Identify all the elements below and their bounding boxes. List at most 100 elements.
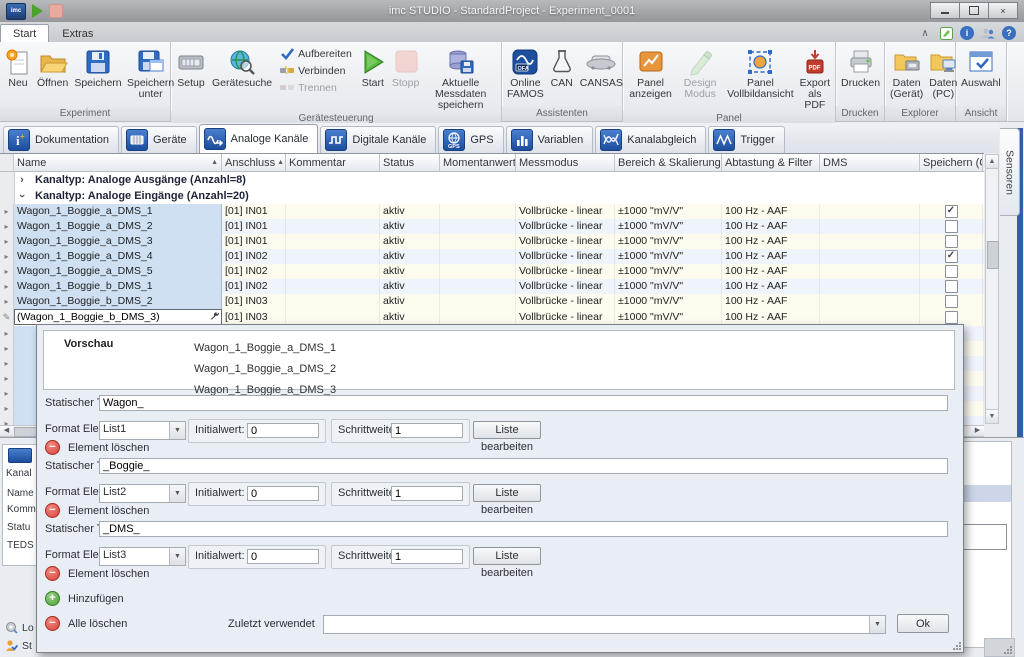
prepare-button[interactable]: Aufbereiten	[280, 47, 352, 60]
row-indicator[interactable]: ▸	[0, 204, 14, 219]
cell-anschluss[interactable]: [01] IN03	[222, 294, 286, 309]
disconnect-button[interactable]: Trennen	[280, 81, 352, 94]
ribbon-tab-start[interactable]: Start	[0, 24, 49, 42]
cell-momentanwert[interactable]	[440, 249, 516, 264]
static-text-input[interactable]	[99, 395, 948, 411]
scroll-left-icon[interactable]: ◀	[0, 426, 13, 436]
table-row[interactable]: ▸ Wagon_1_Boggie_a_DMS_5 [01] IN02 aktiv…	[0, 264, 984, 279]
print-button[interactable]: Drucken	[838, 43, 883, 106]
cell-name[interactable]: Wagon_1_Boggie_a_DMS_2	[14, 219, 222, 234]
column-header-messmodus[interactable]: Messmodus	[516, 154, 615, 171]
step-width-input[interactable]	[391, 423, 463, 438]
save-checkbox[interactable]	[945, 311, 958, 324]
dialog-resize-grip[interactable]	[952, 641, 961, 650]
cell-kommentar[interactable]	[286, 294, 380, 309]
column-header-dms[interactable]: DMS	[820, 154, 920, 171]
row-indicator[interactable]: ▸	[0, 219, 14, 234]
cell-abtastung[interactable]: 100 Hz - AAF	[722, 264, 820, 279]
cell-bereich[interactable]: ±1000 "mV/V"	[615, 249, 722, 264]
cell-anschluss[interactable]: [01] IN01	[222, 234, 286, 249]
chevron-collapsed-icon[interactable]: ›	[15, 172, 29, 188]
tab-variablen[interactable]: Variablen	[506, 126, 594, 153]
cell-messmodus[interactable]: Vollbrücke - linear	[516, 234, 615, 249]
static-text-input[interactable]	[99, 458, 948, 474]
row-indicator[interactable]: ▸	[0, 264, 14, 279]
column-header-bereich[interactable]: Bereich & Skalierung	[615, 154, 722, 171]
cell-name[interactable]: Wagon_1_Boggie_a_DMS_5	[14, 264, 222, 279]
save-measurement-button[interactable]: Aktuelle Messdaten speichern	[422, 43, 499, 111]
help-icon[interactable]: ?	[1002, 26, 1016, 40]
close-button[interactable]: ×	[989, 2, 1018, 19]
chevron-down-icon[interactable]: ▼	[169, 485, 185, 502]
stop-button[interactable]: Stopp	[389, 43, 422, 111]
connect-button[interactable]: Verbinden	[280, 64, 352, 77]
save-checkbox[interactable]	[945, 280, 958, 293]
cell-anschluss[interactable]: [01] IN01	[222, 204, 286, 219]
tab-trigger[interactable]: Trigger	[708, 126, 784, 153]
vertical-scrollbar[interactable]: ▲ ▼	[985, 154, 999, 424]
cell-bereich[interactable]: ±1000 "mV/V"	[615, 264, 722, 279]
cell-name[interactable]: Wagon_1_Boggie_b_DMS_2	[14, 294, 222, 309]
cansas-button[interactable]: CANSAS	[577, 43, 626, 106]
new-button[interactable]: Neu	[2, 43, 34, 106]
column-header-status[interactable]: Status	[380, 154, 440, 171]
table-row[interactable]: ▸ Wagon_1_Boggie_a_DMS_3 [01] IN01 aktiv…	[0, 234, 984, 249]
row-indicator[interactable]: ▸	[0, 234, 14, 249]
cell-name[interactable]: Wagon_1_Boggie_b_DMS_1	[14, 279, 222, 294]
edit-note-icon[interactable]	[939, 26, 953, 40]
cell-bereich[interactable]: ±1000 "mV/V"	[615, 234, 722, 249]
design-mode-button[interactable]: Design Modus	[676, 43, 724, 111]
cell-abtastung[interactable]: 100 Hz - AAF	[722, 294, 820, 309]
online-famos-button[interactable]: OFA Online FAMOS	[504, 43, 547, 106]
save-checkbox[interactable]	[945, 235, 958, 248]
logbook-item[interactable]: Lo	[5, 621, 34, 634]
scroll-down-icon[interactable]: ▼	[986, 409, 998, 423]
tab-geraete[interactable]: Geräte	[121, 126, 197, 153]
collapse-ribbon-icon[interactable]: ∧	[918, 26, 932, 40]
save-checkbox[interactable]	[945, 220, 958, 233]
cell-dms[interactable]	[820, 279, 920, 294]
save-checkbox[interactable]	[945, 295, 958, 308]
step-width-input[interactable]	[391, 549, 463, 564]
edit-list-button[interactable]: Liste bearbeiten	[473, 484, 541, 502]
data-device-button[interactable]: Daten (Gerät)	[887, 43, 926, 106]
panel-tab-label[interactable]: Kanal	[3, 465, 36, 479]
tab-kanalabgleich[interactable]: Kanalabgleich	[595, 126, 706, 153]
cell-status[interactable]: aktiv	[380, 249, 440, 264]
add-element-button[interactable]: + Hinzufügen	[45, 591, 124, 606]
delete-element-button[interactable]: − Element löschen	[45, 440, 149, 455]
cell-dms[interactable]	[820, 204, 920, 219]
chevron-expanded-icon[interactable]: ›	[14, 189, 30, 203]
cell-kommentar[interactable]	[286, 264, 380, 279]
cell-anschluss[interactable]: [01] IN02	[222, 264, 286, 279]
channel-name-editbox[interactable]	[14, 309, 222, 325]
tab-digitale-kanaele[interactable]: Digitale Kanäle	[320, 126, 436, 153]
save-checkbox[interactable]	[945, 250, 958, 263]
cell-messmodus[interactable]: Vollbrücke - linear	[516, 219, 615, 234]
start-button[interactable]: Start	[357, 43, 389, 111]
save-button[interactable]: Speichern	[71, 43, 124, 106]
column-header-kommentar[interactable]: Kommentar	[286, 154, 380, 171]
save-as-button[interactable]: Speichern unter	[125, 43, 177, 106]
save-checkbox[interactable]	[945, 205, 958, 218]
table-row[interactable]: ▸ Wagon_1_Boggie_a_DMS_2 [01] IN01 aktiv…	[0, 219, 984, 234]
column-header-speichern[interactable]: Speichern (Gerät)▲	[920, 154, 983, 171]
column-header-anschluss[interactable]: Anschluss▲	[222, 154, 286, 171]
scroll-up-icon[interactable]: ▲	[986, 155, 998, 169]
cell-dms[interactable]	[820, 294, 920, 309]
table-row[interactable]: ▸ Wagon_1_Boggie_b_DMS_1 [01] IN02 aktiv…	[0, 279, 984, 294]
info-icon[interactable]: i	[960, 26, 974, 40]
chevron-down-icon[interactable]: ▼	[869, 616, 885, 633]
cell-kommentar[interactable]	[286, 204, 380, 219]
column-header-momentanwert[interactable]: Momentanwert	[440, 154, 516, 171]
cell-bereich[interactable]: ±1000 "mV/V"	[615, 294, 722, 309]
chevron-down-icon[interactable]: ▼	[169, 548, 185, 565]
row-indicator[interactable]: ▸	[0, 294, 14, 309]
panel-show-button[interactable]: Panel anzeigen	[625, 43, 676, 111]
chevron-down-icon[interactable]: ▼	[169, 422, 185, 439]
tab-dokumentation[interactable]: i+ Dokumentation	[3, 126, 119, 153]
name-format-wizard-icon[interactable]	[207, 311, 221, 324]
cell-status[interactable]: aktiv	[380, 279, 440, 294]
static-text-input[interactable]	[99, 521, 948, 537]
tab-gps[interactable]: GPS GPS	[438, 126, 503, 153]
